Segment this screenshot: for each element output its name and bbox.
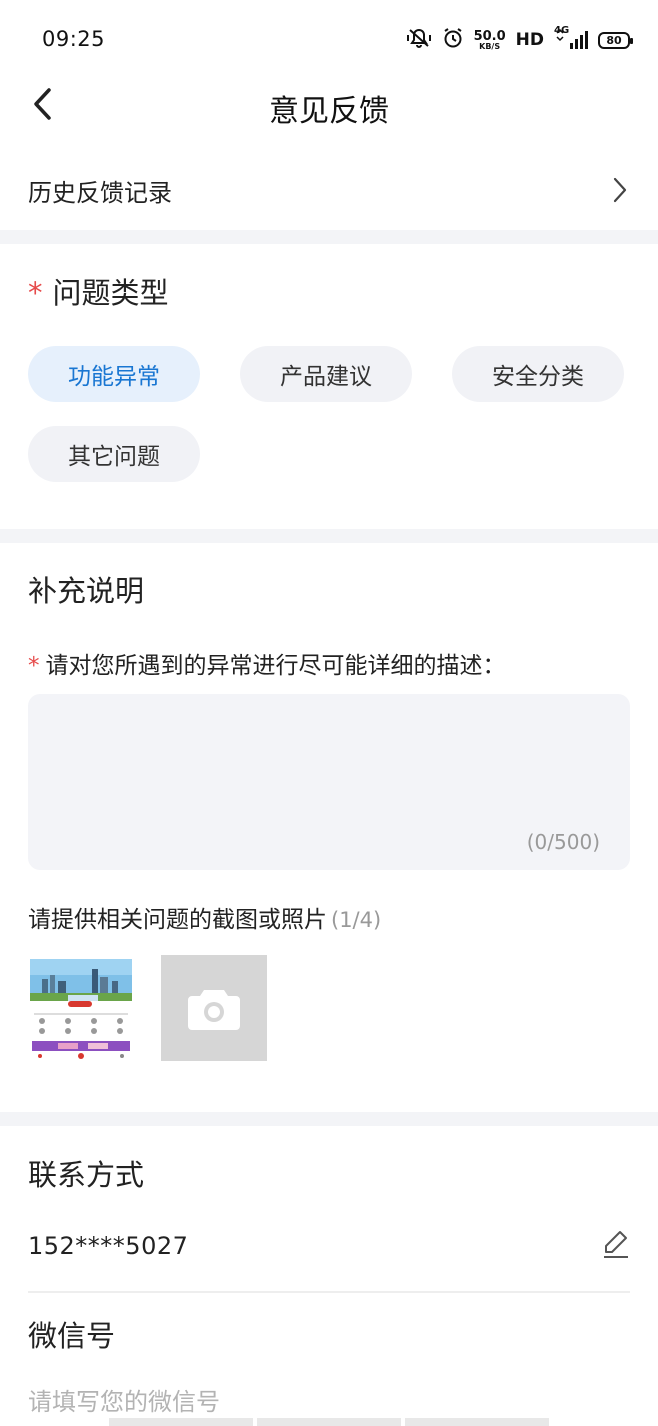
uploaded-screenshot-thumbnail[interactable] <box>28 955 134 1061</box>
upload-count: (1/4) <box>331 908 382 932</box>
required-mark: * <box>28 653 40 679</box>
status-time: 09:25 <box>42 27 106 51</box>
screenshot-image <box>28 955 134 1061</box>
description-textarea-box: (0/500) <box>28 694 630 870</box>
char-counter: (0/500) <box>526 830 600 854</box>
chip-product-suggestion[interactable]: 产品建议 <box>240 346 412 402</box>
alarm-icon <box>442 27 464 53</box>
camera-icon <box>188 990 240 1030</box>
required-mark: * <box>28 276 43 310</box>
bottom-bar-edge <box>0 1418 658 1426</box>
contact-phone: 152****5027 <box>28 1232 189 1260</box>
add-photo-button[interactable] <box>161 955 267 1061</box>
chip-function-error[interactable]: 功能异常 <box>28 346 200 402</box>
mute-icon <box>406 27 432 53</box>
edit-contact-button[interactable] <box>600 1226 632 1262</box>
supplement-title: 补充说明 <box>28 574 145 608</box>
status-icons: 50.0 KB/S HD 4G 80 <box>406 25 633 54</box>
history-feedback-row[interactable]: 历史反馈记录 <box>0 150 658 230</box>
signal-icon: 4G <box>554 25 588 51</box>
edit-icon <box>604 1231 628 1258</box>
page-title: 意见反馈 <box>269 94 389 129</box>
network-speed: 50.0 KB/S <box>473 28 506 51</box>
wechat-title: 微信号 <box>28 1319 116 1353</box>
divider <box>28 1291 630 1293</box>
wechat-input[interactable] <box>28 1384 630 1420</box>
battery-indicator: 80 <box>598 31 633 49</box>
problem-type-title: * 问题类型 <box>28 276 169 310</box>
section-divider <box>0 230 658 244</box>
nav-bar: 意见反馈 <box>0 80 658 132</box>
upload-label: 请提供相关问题的截图或照片 (1/4) <box>28 907 382 933</box>
status-bar: 09:25 50.0 KB/S HD 4G 80 <box>0 0 658 80</box>
chevron-right-icon <box>613 177 627 203</box>
hd-indicator: HD <box>515 30 544 50</box>
description-label: * 请对您所遇到的异常进行尽可能详细的描述： <box>28 653 506 679</box>
section-divider <box>0 1112 658 1126</box>
contact-title: 联系方式 <box>28 1158 145 1192</box>
history-feedback-label: 历史反馈记录 <box>28 178 172 207</box>
section-divider <box>0 529 658 543</box>
chip-other[interactable]: 其它问题 <box>28 426 200 482</box>
chip-security[interactable]: 安全分类 <box>452 346 624 402</box>
